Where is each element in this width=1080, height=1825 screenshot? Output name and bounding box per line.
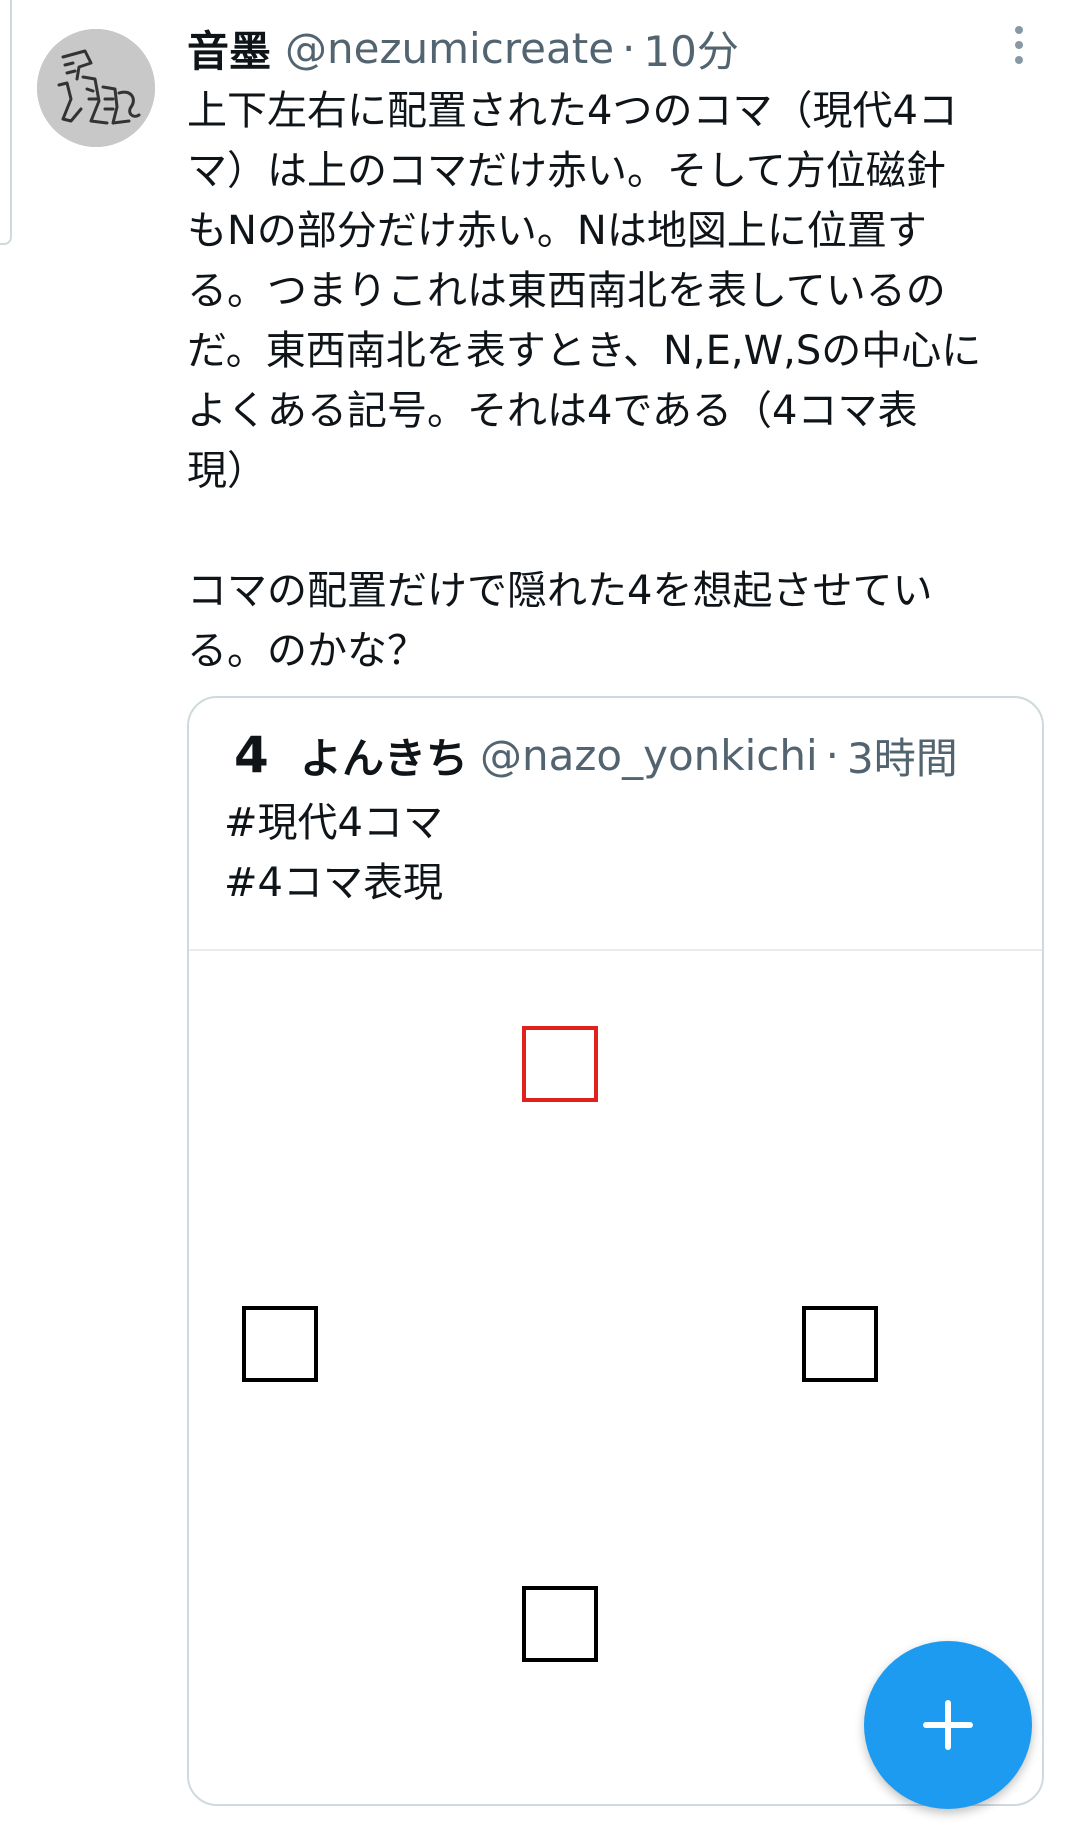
tweet-timestamp[interactable]: 10分 [643,18,738,79]
tweet-text: 上下左右に配置された4つのコマ（現代4コ マ）は上のコマだけ赤い。そして方位磁針… [187,81,1047,681]
quoted-tweet-text: #現代4コマ #4コマ表現 [224,793,443,913]
tweet-text-line: コマの配置だけで隠れた4を想起させてい [187,568,933,614]
user-handle[interactable]: @nezumicreate [285,24,614,73]
tweet-text-line: る。のかな？ [187,628,427,674]
tweet-text-line: 上下左右に配置された4つのコマ（現代4コ [187,88,958,134]
panel-bottom [522,1586,598,1662]
display-name[interactable]: 音墨 [187,18,271,79]
tweet-text-line: だ。東西南北を表すとき、N,E,W,Sの中心に [187,328,982,374]
quoted-tweet-card[interactable]: 4 よんきち @nazo_yonkichi · 3時間 #現代4コマ #4コマ表… [187,696,1044,1806]
tweet-text-line: もNの部分だけ赤い。Nは地図上に位置す [187,208,927,254]
tweet-text-line: る。つまりこれは東西南北を表しているの [187,268,946,314]
panel-right [802,1306,878,1382]
compose-tweet-button[interactable] [864,1641,1032,1809]
quoted-user-handle: @nazo_yonkichi [480,730,818,780]
panel-top-red [522,1026,598,1102]
quoted-display-name: よんきち [300,733,469,783]
quoted-header-separator: · [825,730,840,780]
hashtag-link[interactable]: #4コマ表現 [224,853,443,913]
tweet-text-line: マ）は上のコマだけ赤い。そして方位磁針 [187,148,946,194]
tweet-header: 音墨 @nezumicreate · 10分 [187,20,739,76]
header-separator: · [622,23,636,73]
more-vertical-icon[interactable] [1004,26,1034,70]
tweet-text-line: 現） [187,448,267,494]
quoted-user-avatar: 4 [234,726,269,784]
user-avatar[interactable] [37,29,155,147]
previous-panel-edge [0,0,12,245]
tweet-text-line: よくある記号。それは4である（4コマ表 [187,388,918,434]
rat-drawing-avatar-icon [37,29,155,147]
hashtag-link[interactable]: #現代4コマ [224,793,443,853]
quoted-tweet-timestamp: 3時間 [847,733,958,783]
panel-left [242,1306,318,1382]
quoted-tweet-header: 4 よんきち @nazo_yonkichi · 3時間 [234,724,958,786]
